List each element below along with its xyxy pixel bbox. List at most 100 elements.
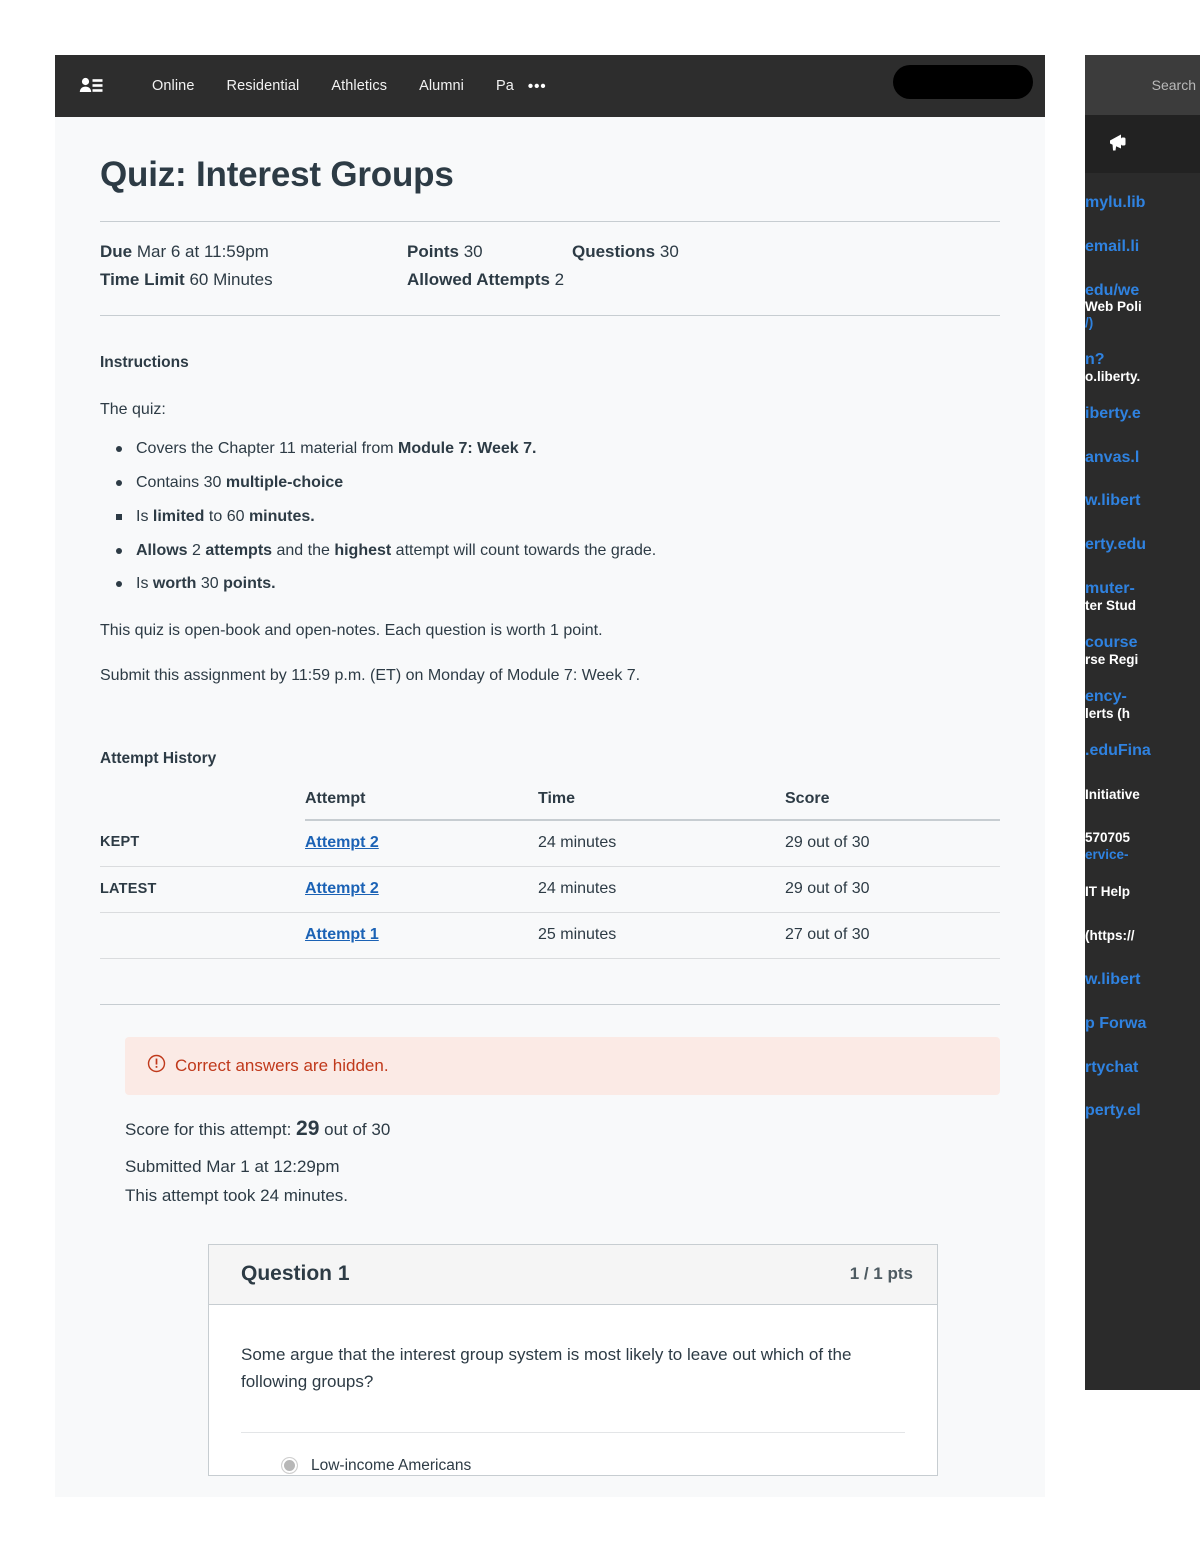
list-item[interactable]: mylu.lib bbox=[1085, 195, 1200, 212]
panel-link[interactable]: muter- bbox=[1085, 581, 1135, 597]
list-item[interactable]: anvas.l bbox=[1085, 450, 1200, 467]
bullet-bold: minutes. bbox=[248, 507, 315, 525]
panel-link-sub: (https:// bbox=[1085, 928, 1135, 944]
list-item[interactable]: email.li bbox=[1085, 239, 1200, 256]
panel-link[interactable]: n? bbox=[1085, 352, 1105, 368]
attempt-history-divider bbox=[100, 1003, 1000, 1005]
quiz-meta: Due Mar 6 at 11:59pm Points 30 Questions… bbox=[100, 238, 1000, 293]
list-item[interactable]: erty.edu bbox=[1085, 537, 1200, 554]
panel-link[interactable]: w.libert bbox=[1085, 493, 1140, 509]
hidden-answers-text: Correct answers are hidden. bbox=[175, 1055, 389, 1075]
list-item[interactable]: ency- lerts (h bbox=[1085, 689, 1200, 721]
attempt-score-prefix: Score for this attempt: bbox=[125, 1119, 292, 1139]
radio-button-icon[interactable] bbox=[281, 1457, 298, 1475]
row-attempt: Attempt 2 bbox=[305, 819, 538, 867]
instructions-list: Covers the Chapter 11 material from Modu… bbox=[100, 437, 1000, 597]
col-header-blank bbox=[100, 782, 305, 820]
list-item[interactable]: n? o.liberty. bbox=[1085, 352, 1200, 384]
bullet-bold: attempts bbox=[205, 541, 273, 559]
list-item[interactable]: IT Help bbox=[1085, 884, 1200, 901]
list-item[interactable]: perty.el bbox=[1085, 1103, 1200, 1120]
instructions-item: Is worth 30 points. bbox=[116, 572, 1000, 597]
quiz-meta-row-1: Due Mar 6 at 11:59pm Points 30 Questions… bbox=[100, 238, 1000, 266]
panel-link[interactable]: course bbox=[1085, 635, 1137, 651]
question-text: Some argue that the interest group syste… bbox=[241, 1344, 852, 1392]
bullet-text: Is bbox=[136, 507, 153, 525]
meta-points-label: Points bbox=[407, 242, 459, 261]
nav-link-alumni[interactable]: Alumni bbox=[419, 78, 464, 94]
list-item[interactable]: p Forwa bbox=[1085, 1016, 1200, 1033]
panel-link[interactable]: mylu.lib bbox=[1085, 195, 1145, 211]
attempt-score-suffix: out of 30 bbox=[324, 1119, 391, 1139]
megaphone-icon[interactable] bbox=[1107, 131, 1133, 158]
answer-option[interactable]: Low-income Americans bbox=[241, 1433, 905, 1475]
list-item[interactable]: (https:// bbox=[1085, 928, 1200, 945]
panel-link[interactable]: ency- bbox=[1085, 689, 1127, 705]
list-item[interactable]: iberty.e bbox=[1085, 406, 1200, 423]
list-item[interactable]: .eduFina bbox=[1085, 743, 1200, 760]
row-score: 29 out of 30 bbox=[785, 819, 1000, 867]
bullet-bold: Module 7: Week 7. bbox=[398, 440, 537, 458]
search-input[interactable]: Search bbox=[1085, 55, 1200, 115]
panel-link[interactable]: anvas.l bbox=[1085, 450, 1139, 466]
list-item[interactable]: course rse Regi bbox=[1085, 635, 1200, 667]
nav-link-athletics[interactable]: Athletics bbox=[331, 78, 387, 94]
question-card-header: Question 1 1 / 1 pts bbox=[209, 1244, 937, 1305]
attempt-history-heading: Attempt History bbox=[100, 749, 217, 767]
panel-link-sub2[interactable]: ervice- bbox=[1085, 848, 1200, 862]
panel-link-sub: rse Regi bbox=[1085, 651, 1139, 667]
meta-due: Due Mar 6 at 11:59pm bbox=[100, 238, 407, 266]
meta-time-limit-value: 60 Minutes bbox=[189, 269, 273, 289]
panel-link[interactable]: perty.el bbox=[1085, 1103, 1141, 1119]
panel-link-sub: ter Stud bbox=[1085, 597, 1137, 613]
list-item[interactable]: edu/we Web Poli /) bbox=[1085, 283, 1200, 330]
row-label: LATEST bbox=[100, 866, 305, 913]
table-body: KEPT Attempt 2 24 minutes 29 out of 30 L… bbox=[100, 819, 1000, 959]
list-item[interactable]: w.libert bbox=[1085, 972, 1200, 989]
bullet-text: 2 bbox=[187, 541, 206, 559]
nav-link-residential[interactable]: Residential bbox=[227, 78, 300, 94]
attempt-link[interactable]: Attempt 2 bbox=[305, 880, 379, 897]
row-label bbox=[100, 912, 305, 959]
user-list-icon[interactable] bbox=[78, 73, 104, 99]
panel-link[interactable]: p Forwa bbox=[1085, 1016, 1146, 1032]
panel-link[interactable]: email.li bbox=[1085, 239, 1139, 255]
list-item[interactable]: 570705 ervice- bbox=[1085, 830, 1200, 862]
col-header-score: Score bbox=[785, 781, 1000, 821]
bullet-text: attempt will count towards the grade. bbox=[391, 541, 657, 559]
attempt-link[interactable]: Attempt 1 bbox=[305, 926, 379, 943]
list-item[interactable]: w.libert bbox=[1085, 493, 1200, 510]
row-attempt: Attempt 2 bbox=[305, 866, 538, 913]
bullet-text: and the bbox=[272, 541, 335, 559]
panel-link[interactable]: iberty.e bbox=[1085, 406, 1141, 422]
meta-points-value: 30 bbox=[463, 242, 483, 261]
meta-points: Points 30 bbox=[407, 238, 572, 266]
panel-link-sub: 570705 bbox=[1085, 830, 1131, 846]
panel-link[interactable]: erty.edu bbox=[1085, 537, 1146, 553]
attempt-link[interactable]: Attempt 2 bbox=[305, 834, 379, 851]
panel-link[interactable]: rtychat bbox=[1085, 1060, 1138, 1076]
table-header-row: Attempt Time Score bbox=[100, 781, 1000, 821]
list-item[interactable]: muter- ter Stud bbox=[1085, 581, 1200, 613]
quiz-meta-row-2: Time Limit 60 Minutes Allowed Attempts 2 bbox=[100, 266, 1000, 294]
panel-link-sub2[interactable]: /) bbox=[1085, 315, 1200, 330]
meta-divider bbox=[100, 315, 1000, 317]
instructions-item: Contains 30 multiple-choice bbox=[116, 471, 1000, 496]
nav-overflow-icon[interactable]: ••• bbox=[528, 78, 547, 95]
nav-link-parents[interactable]: Pa bbox=[496, 78, 514, 94]
list-item[interactable]: Initiative bbox=[1085, 787, 1200, 804]
nav-link-online[interactable]: Online bbox=[152, 78, 195, 94]
panel-link[interactable]: .eduFina bbox=[1085, 743, 1151, 759]
attempt-score-value: 29 bbox=[296, 1116, 320, 1140]
panel-link-sub: IT Help bbox=[1085, 884, 1131, 900]
panel-link-sub: o.liberty. bbox=[1085, 368, 1141, 384]
top-navigation-bar: Online Residential Athletics Alumni Pa •… bbox=[55, 55, 1045, 117]
panel-link[interactable]: edu/we bbox=[1085, 283, 1139, 299]
panel-link[interactable]: w.libert bbox=[1085, 972, 1140, 988]
list-item[interactable]: rtychat bbox=[1085, 1060, 1200, 1077]
meta-allowed-attempts: Allowed Attempts 2 bbox=[407, 266, 564, 294]
hidden-answers-banner: Correct answers are hidden. bbox=[125, 1036, 1000, 1095]
panel-link-sub: Initiative bbox=[1085, 786, 1140, 802]
attempt-duration: This attempt took 24 minutes. bbox=[125, 1186, 348, 1206]
table-row: Attempt 1 25 minutes 27 out of 30 bbox=[100, 912, 1000, 959]
